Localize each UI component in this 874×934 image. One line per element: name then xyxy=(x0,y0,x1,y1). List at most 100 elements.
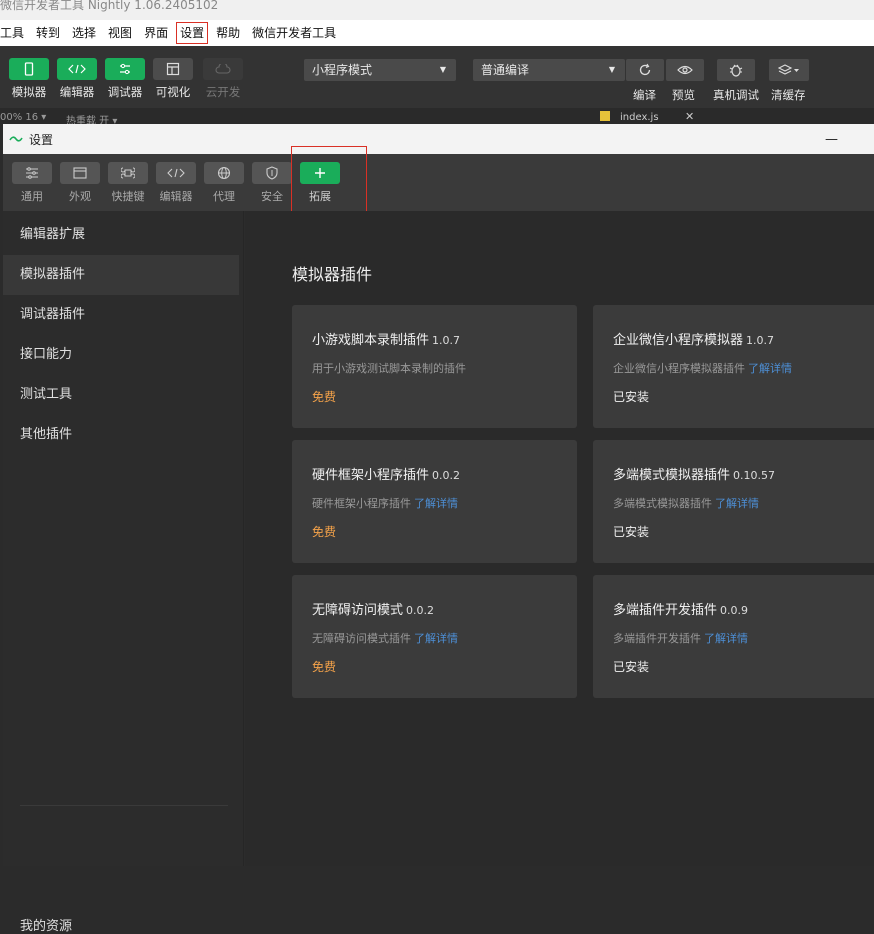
tab-proxy[interactable]: 代理 xyxy=(204,162,244,204)
menu-goto[interactable]: 转到 xyxy=(30,20,66,46)
wechat-devtools-logo-icon xyxy=(9,136,23,142)
visualize-label: 可视化 xyxy=(155,85,191,99)
plugin-card[interactable]: 多端模式模拟器插件 0.10.57 多端模式模拟器插件 了解详情 已安装 xyxy=(593,440,874,563)
plugin-description: 多端插件开发插件 xyxy=(613,632,701,645)
menu-wechat-devtools[interactable]: 微信开发者工具 xyxy=(246,20,342,46)
preview-button[interactable] xyxy=(666,59,704,81)
plugin-card[interactable]: 硬件框架小程序插件 0.0.2 硬件框架小程序插件 了解详情 免费 xyxy=(292,440,577,563)
tab-shortcuts[interactable]: 快捷键 xyxy=(108,162,148,204)
learn-more-link[interactable]: 了解详情 xyxy=(414,632,458,645)
learn-more-link[interactable]: 了解详情 xyxy=(715,497,759,510)
sidebar-item-simulator-plugins[interactable]: 模拟器插件 xyxy=(3,255,239,295)
menu-settings[interactable]: 设置 xyxy=(174,20,210,46)
settings-tabs: 通用 外观 快捷键 编辑器 代理 安全 拓展 xyxy=(3,146,874,224)
window-title: 设置 xyxy=(29,132,54,147)
remote-debug-label: 真机调试 xyxy=(713,88,759,102)
plugin-state-free[interactable]: 免费 xyxy=(312,658,557,675)
hot-reload-indicator: 热重载 开 ▾ xyxy=(66,116,118,124)
code-icon xyxy=(167,168,185,178)
file-tab-label: index.js xyxy=(620,112,659,123)
plugin-version: 0.0.9 xyxy=(720,604,749,617)
plugin-card[interactable]: 小游戏脚本录制插件 1.0.7 用于小游戏测试脚本录制的插件 免费 xyxy=(292,305,577,428)
sidebar-item-editor-extensions[interactable]: 编辑器扩展 xyxy=(3,215,243,255)
menu-help[interactable]: 帮助 xyxy=(210,20,246,46)
compile-select[interactable]: 普通编译 ▼ xyxy=(473,59,625,81)
tab-security[interactable]: 安全 xyxy=(252,162,292,204)
sidebar-item-other-plugins[interactable]: 其他插件 xyxy=(3,415,243,455)
layout-icon xyxy=(166,62,180,76)
plugin-name: 无障碍访问模式 xyxy=(312,603,404,618)
plugin-state-free[interactable]: 免费 xyxy=(312,523,557,540)
menu-view[interactable]: 视图 xyxy=(102,20,138,46)
tab-editor[interactable]: 编辑器 xyxy=(156,162,196,204)
debugger-button[interactable]: 调试器 xyxy=(105,58,145,100)
learn-more-link[interactable]: 了解详情 xyxy=(704,632,748,645)
close-icon[interactable]: ✕ xyxy=(685,110,694,123)
plugin-card[interactable]: 无障碍访问模式 0.0.2 无障碍访问模式插件 了解详情 免费 xyxy=(292,575,577,698)
compile-select-value: 普通编译 xyxy=(481,63,530,77)
plugin-name: 企业微信小程序模拟器 xyxy=(613,333,744,348)
plugin-description: 硬件框架小程序插件 xyxy=(312,497,411,510)
command-icon xyxy=(121,167,135,179)
compile-label: 编译 xyxy=(633,88,656,102)
sidebar-item-debugger-plugins[interactable]: 调试器插件 xyxy=(3,295,243,335)
eye-icon xyxy=(677,65,693,75)
visualize-button[interactable]: 可视化 xyxy=(153,58,193,100)
preview-label: 预览 xyxy=(672,88,695,102)
plugin-name: 多端插件开发插件 xyxy=(613,603,718,618)
plugin-description: 无障碍访问模式插件 xyxy=(312,632,411,645)
plugin-version: 0.0.2 xyxy=(406,604,435,617)
plugin-card[interactable]: 企业微信小程序模拟器 1.0.7 企业微信小程序模拟器插件 了解详情 已安装 xyxy=(593,305,874,428)
chevron-down-icon: ▼ xyxy=(439,65,446,74)
app-title: 微信开发者工具 Nightly 1.06.2405102 xyxy=(0,0,219,12)
settings-window: 设置 — 通用 外观 快捷键 编辑器 代理 安全 拓展 编辑器扩展 模拟器插件 … xyxy=(3,124,874,934)
menu-interface[interactable]: 界面 xyxy=(138,20,174,46)
clear-cache-button[interactable] xyxy=(769,59,809,81)
plugin-card[interactable]: 多端插件开发插件 0.0.9 多端插件开发插件 了解详情 已安装 xyxy=(593,575,874,698)
debugger-label: 调试器 xyxy=(107,85,143,99)
menu-select[interactable]: 选择 xyxy=(66,20,102,46)
sidebar-item-api-capabilities[interactable]: 接口能力 xyxy=(3,335,243,375)
plugin-version: 1.0.7 xyxy=(432,334,461,347)
tab-shortcuts-label: 快捷键 xyxy=(111,190,145,203)
settings-sidebar: 编辑器扩展 模拟器插件 调试器插件 接口能力 测试工具 其他插件 我的资源 xyxy=(3,211,244,934)
learn-more-link[interactable]: 了解详情 xyxy=(414,497,458,510)
tab-proxy-label: 代理 xyxy=(213,190,235,203)
clear-cache-label: 清缓存 xyxy=(771,88,806,102)
remote-debug-button[interactable] xyxy=(717,59,755,81)
debug-icon xyxy=(120,63,130,75)
mode-select[interactable]: 小程序模式 ▼ xyxy=(304,59,456,81)
plugin-version: 0.0.2 xyxy=(432,469,461,482)
sidebar-item-my-resources[interactable]: 我的资源 xyxy=(20,915,72,934)
editor-button[interactable]: 编辑器 xyxy=(57,58,97,100)
plugin-description: 多端模式模拟器插件 xyxy=(613,497,712,510)
ide-tab-strip: 00% 16 ▾ 热重载 开 ▾ index.js ✕ xyxy=(0,108,874,124)
code-icon xyxy=(68,64,86,74)
plugin-description: 用于小游戏测试脚本录制的插件 xyxy=(312,362,466,375)
tab-security-label: 安全 xyxy=(261,190,283,203)
plugin-version: 0.10.57 xyxy=(733,469,776,482)
learn-more-link[interactable]: 了解详情 xyxy=(748,362,792,375)
plugin-state-free[interactable]: 免费 xyxy=(312,388,557,405)
cloud-dev-label: 云开发 xyxy=(205,85,241,99)
bug-icon xyxy=(729,64,743,77)
globe-icon xyxy=(217,166,231,180)
ide-toolbar: 模拟器 编辑器 调试器 可视化 云开发 小程序模式 ▼ 普通编译 ▼ 编译 预览… xyxy=(0,46,874,108)
tab-general-label: 通用 xyxy=(21,190,43,203)
cloud-dev-button[interactable]: 云开发 xyxy=(203,58,243,100)
plugin-state-installed: 已安装 xyxy=(613,390,650,404)
plugins-panel: 模拟器插件 小游戏脚本录制插件 1.0.7 用于小游戏测试脚本录制的插件 免费 企… xyxy=(245,211,874,866)
sidebar-item-test-tools[interactable]: 测试工具 xyxy=(3,375,243,415)
minimize-icon[interactable]: — xyxy=(825,132,838,147)
simulator-button[interactable]: 模拟器 xyxy=(9,58,49,100)
tab-appearance[interactable]: 外观 xyxy=(60,162,100,204)
mode-select-value: 小程序模式 xyxy=(312,63,373,77)
refresh-icon xyxy=(639,63,651,76)
cloud-icon xyxy=(215,64,231,74)
editor-label: 编辑器 xyxy=(59,85,95,99)
compile-button[interactable] xyxy=(626,59,664,81)
plugin-name: 多端模式模拟器插件 xyxy=(613,468,731,483)
zoom-indicator: 00% 16 ▾ xyxy=(0,112,47,123)
menu-tools[interactable]: 工具 xyxy=(0,20,30,46)
tab-general[interactable]: 通用 xyxy=(12,162,52,204)
